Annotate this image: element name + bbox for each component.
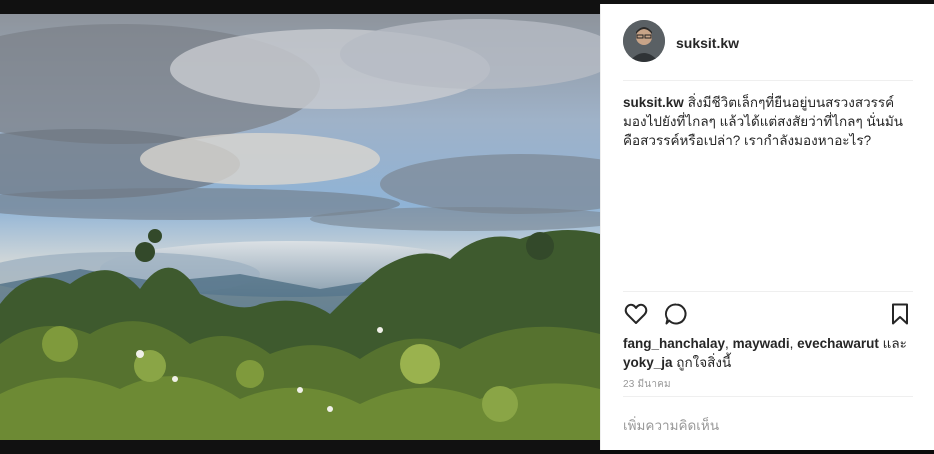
caption-username[interactable]: suksit.kw <box>623 95 684 110</box>
divider <box>623 396 913 397</box>
likes-separator: , <box>725 336 733 351</box>
avatar[interactable] <box>623 20 665 62</box>
bookmark-icon[interactable] <box>887 301 913 327</box>
post-panel: suksit.kw suksit.kw สิ่งมีชีวิตเล็กๆที่ยื… <box>600 4 934 450</box>
heart-icon[interactable] <box>623 301 649 327</box>
likes-suffix: ถูกใจสิ่งนี้ <box>672 355 732 370</box>
post-caption: suksit.kw สิ่งมีชีวิตเล็กๆที่ยืนอยู่บนสรว… <box>623 93 913 150</box>
post-actions <box>623 301 915 329</box>
divider <box>623 80 913 81</box>
post-header: suksit.kw <box>601 4 934 80</box>
landscape-image <box>0 14 600 440</box>
post-photo[interactable] <box>0 14 600 440</box>
likes-summary: fang_hanchalay, maywadi, evechawarut และ… <box>623 334 923 372</box>
avatar-icon <box>623 20 665 62</box>
post-date[interactable]: 23 มีนาคม <box>623 377 671 392</box>
liker-2[interactable]: maywadi <box>733 336 790 351</box>
liker-4[interactable]: yoky_ja <box>623 355 673 370</box>
likes-separator: , <box>789 336 798 351</box>
liker-3[interactable]: evechawarut <box>797 336 879 351</box>
post-username[interactable]: suksit.kw <box>676 35 739 51</box>
comment-icon[interactable] <box>663 301 689 327</box>
bottom-border <box>0 440 600 454</box>
divider <box>623 291 913 292</box>
comment-input[interactable] <box>623 414 913 436</box>
likes-and: และ <box>878 336 907 351</box>
liker-1[interactable]: fang_hanchalay <box>623 336 725 351</box>
